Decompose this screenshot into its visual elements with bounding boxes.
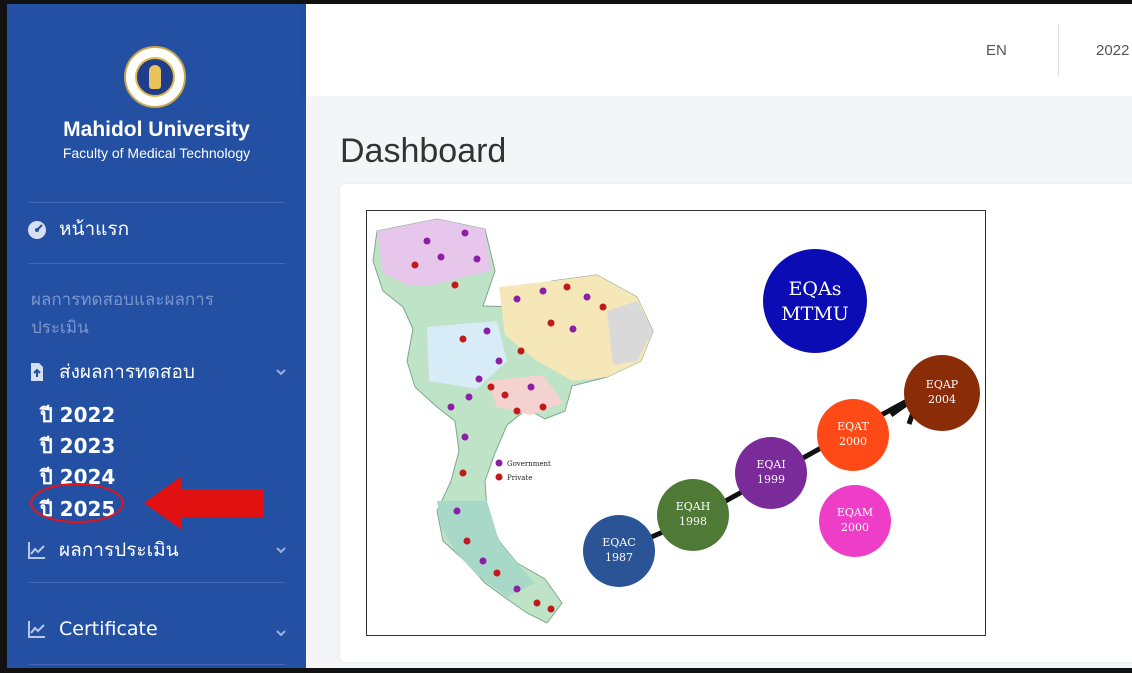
program-name: EQAI [756, 458, 785, 471]
program-eqat: EQAT 2000 [817, 399, 889, 471]
sidebar-divider [29, 202, 285, 203]
program-name: EQAM [837, 506, 873, 519]
language-switch[interactable]: EN [986, 42, 1007, 59]
university-logo [124, 46, 186, 108]
program-year: 1999 [757, 473, 785, 486]
program-name: EQAC [602, 536, 635, 549]
map-legend: Government Private [495, 459, 551, 482]
program-year: 2004 [928, 393, 956, 406]
sidebar-item-certificate[interactable]: Certificate [27, 618, 158, 640]
red-arrow-annotation [144, 476, 264, 530]
program-year: 1987 [605, 551, 633, 564]
program-eqap: EQAP 2004 [904, 355, 980, 431]
brand-title: Mahidol University [63, 118, 250, 141]
eqas-title-line-1: EQAs [789, 278, 842, 300]
program-year: 2000 [839, 435, 867, 448]
sidebar-item-label: ผลการประเมิน [59, 539, 179, 561]
program-name: EQAH [676, 500, 711, 513]
program-year: 2000 [841, 521, 869, 534]
eqa-map-figure: Government Private EQAs MTMU EQAC 1987 E… [366, 210, 986, 636]
chart-line-icon [28, 621, 45, 638]
program-name: EQAP [926, 378, 959, 391]
sidebar-item-home[interactable]: หน้าแรก [27, 214, 129, 244]
eqa-figure-canvas: Government Private EQAs MTMU EQAC 1987 E… [372, 218, 980, 624]
sidebar-item-evaluation[interactable]: ผลการประเมิน [27, 535, 179, 565]
main-content: Dashboard Government Private EQAs MTMU E… [306, 96, 1132, 668]
program-eqam: EQAM 2000 [819, 485, 891, 557]
dashboard-gauge-icon [28, 221, 46, 239]
program-name: EQAT [837, 420, 869, 433]
chevron-down-icon[interactable] [275, 366, 287, 378]
sidebar-subitem-year-2022[interactable]: ปี 2022 [40, 399, 115, 431]
program-eqai: EQAI 1999 [735, 437, 807, 509]
program-eqac: EQAC 1987 [583, 515, 655, 587]
sidebar-divider [29, 664, 285, 665]
sidebar-item-label: หน้าแรก [59, 218, 130, 240]
sidebar-section-heading: ผลการทดสอบและผลการประเมิน [31, 290, 214, 338]
red-highlight-oval [30, 483, 124, 523]
eqas-title-line-2: MTMU [781, 303, 849, 325]
topbar: EN 2022 [306, 4, 1132, 96]
sidebar-item-label: Certificate [59, 618, 158, 640]
file-upload-icon [31, 363, 43, 381]
sidebar-divider [29, 582, 285, 583]
sidebar: Mahidol University Faculty of Medical Te… [7, 4, 306, 668]
program-eqah: EQAH 1998 [657, 479, 729, 551]
brand-subtitle: Faculty of Medical Technology [62, 145, 251, 161]
program-year: 1998 [679, 515, 707, 528]
sidebar-item-label: ส่งผลการทดสอบ [59, 361, 195, 383]
sidebar-divider [29, 263, 285, 264]
chevron-down-icon[interactable] [275, 544, 287, 556]
eqas-title-bubble [763, 249, 867, 353]
chevron-down-icon[interactable] [275, 627, 287, 639]
year-selector[interactable]: 2022 [1096, 42, 1129, 59]
page-title: Dashboard [340, 132, 507, 170]
legend-private: Private [507, 474, 532, 482]
sidebar-item-submit-results[interactable]: ส่งผลการทดสอบ [27, 357, 195, 387]
chart-line-icon [28, 542, 45, 559]
sidebar-subitem-year-2023[interactable]: ปี 2023 [40, 430, 115, 462]
legend-government: Government [507, 460, 551, 468]
topbar-divider [1058, 24, 1059, 76]
